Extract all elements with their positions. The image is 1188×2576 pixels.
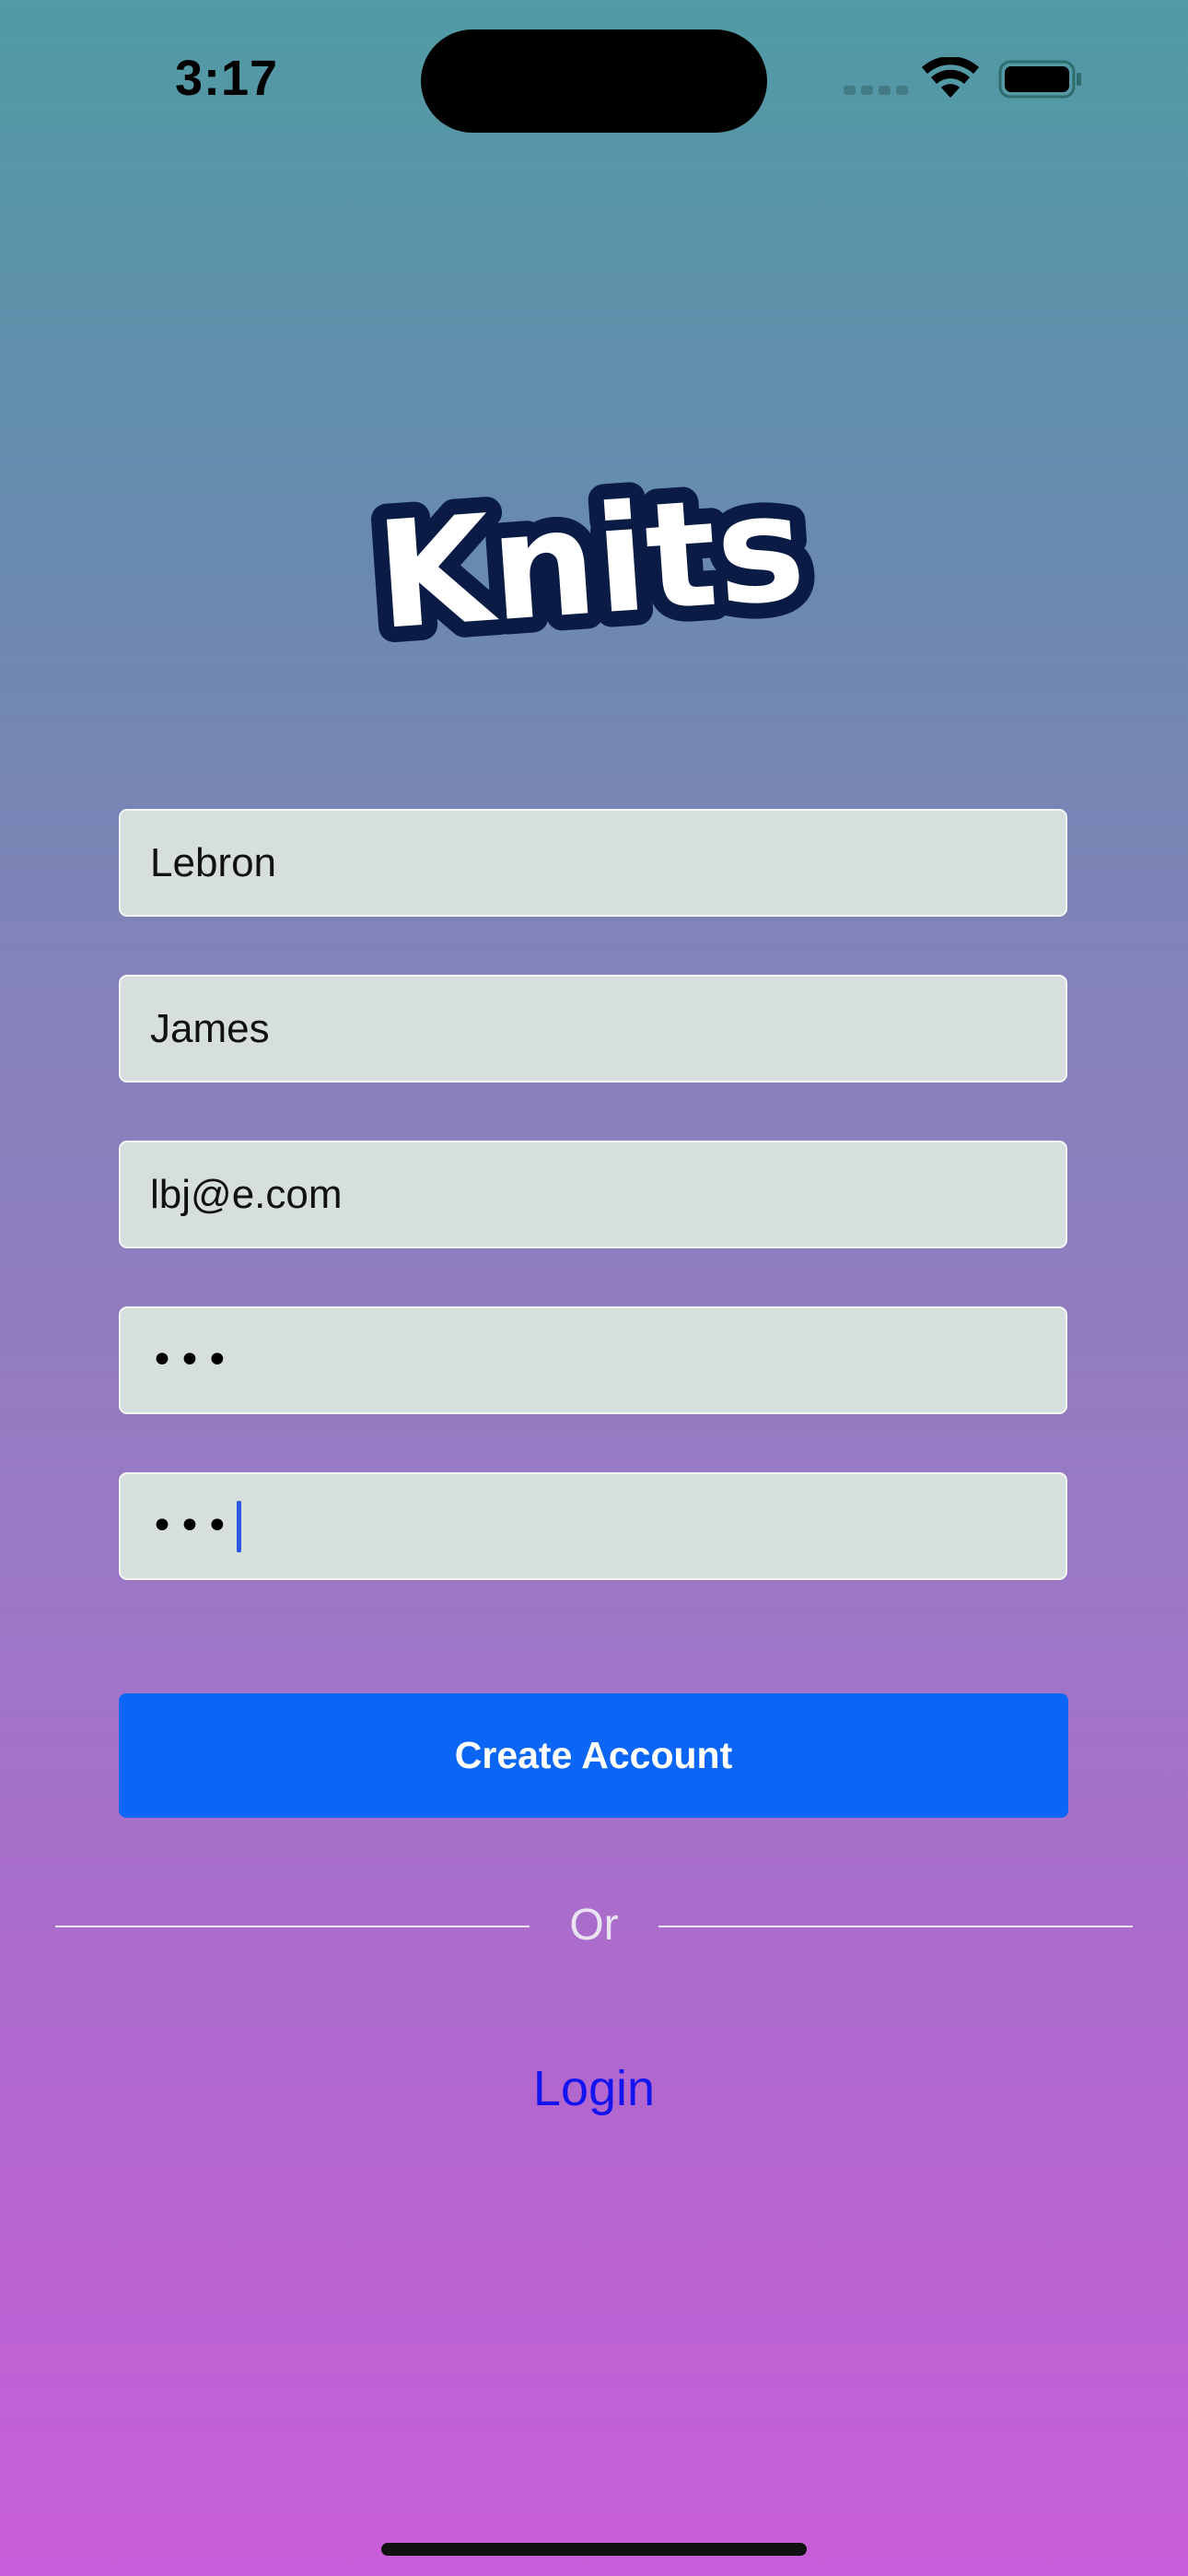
create-account-button[interactable]: Create Account [119, 1693, 1068, 1818]
divider-left [55, 1926, 530, 1927]
first-name-input[interactable] [150, 839, 1066, 886]
password-mask: ••• [150, 1337, 233, 1384]
knits-logo: Knits Knits [361, 445, 821, 678]
svg-text:Knits: Knits [371, 461, 809, 662]
divider-right [658, 1926, 1133, 1927]
confirm-password-field[interactable]: ••• [119, 1472, 1067, 1580]
cellular-signal-icon [844, 86, 908, 95]
home-indicator[interactable] [381, 2543, 807, 2556]
email-field[interactable] [119, 1141, 1067, 1248]
first-name-field[interactable] [119, 809, 1067, 917]
last-name-field[interactable] [119, 975, 1067, 1083]
login-link[interactable]: Login [456, 2060, 732, 2117]
email-input[interactable] [150, 1171, 1066, 1218]
last-name-input[interactable] [150, 1005, 1066, 1052]
text-caret [236, 1500, 241, 1552]
or-divider-label: Or [569, 1901, 619, 1950]
battery-icon [998, 60, 1081, 99]
dynamic-island [421, 29, 767, 133]
password-field[interactable]: ••• [119, 1306, 1067, 1414]
status-time: 3:17 [175, 51, 279, 106]
wifi-icon [922, 57, 979, 98]
confirm-password-mask: ••• [150, 1503, 233, 1550]
